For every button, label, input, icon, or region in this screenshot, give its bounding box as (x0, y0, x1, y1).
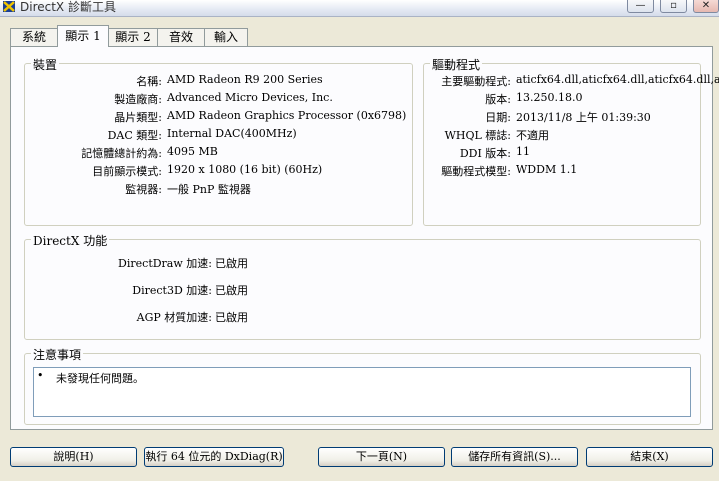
driver-model-label: 驅動程式模型: (441, 165, 511, 178)
help-button[interactable]: 說明(H) (10, 447, 137, 467)
title-bar: DirectX 診斷工具 — ▫ ✕ (0, 0, 719, 17)
next-page-button[interactable]: 下一頁(N) (318, 447, 445, 467)
ddi-version-label: DDI 版本: (459, 147, 511, 160)
window-title: DirectX 診斷工具 (20, 0, 116, 14)
date-label: 日期: (485, 111, 511, 124)
chip-type-value: AMD Radeon Graphics Processor (0x6798) (167, 109, 407, 122)
direct3d-label: Direct3D 加速: (132, 284, 212, 297)
device-row: 監視器: 一般 PnP 監視器 (25, 181, 412, 197)
tab-sound[interactable]: 音效 (157, 28, 205, 46)
direct3d-value: 已啟用 (215, 284, 248, 297)
save-all-info-button[interactable]: 儲存所有資訊(S)... (451, 447, 578, 467)
notes-group-title: 注意事項 (31, 346, 84, 363)
directdraw-value: 已啟用 (215, 257, 248, 270)
device-row: 晶片類型: AMD Radeon Graphics Processor (0x6… (25, 109, 412, 125)
tab-system[interactable]: 系統 (10, 28, 58, 46)
run-64bit-dxdiag-button[interactable]: 執行 64 位元的 DxDiag(R) (144, 447, 284, 467)
chip-type-label: 晶片類型: (114, 111, 162, 124)
exit-button[interactable]: 結束(X) (586, 447, 713, 467)
device-group-title: 裝置 (31, 56, 60, 73)
bullet-icon: • (37, 369, 44, 382)
driver-row: 日期: 2013/11/8 上午 01:39:30 (424, 109, 700, 125)
manufacturer-label: 製造廠商: (114, 93, 162, 106)
dac-type-label: DAC 類型: (107, 129, 162, 142)
device-row: 名稱: AMD Radeon R9 200 Series (25, 73, 412, 89)
display-mode-value: 1920 x 1080 (16 bit) (60Hz) (167, 163, 323, 176)
tab-display-1[interactable]: 顯示 1 (57, 25, 109, 47)
main-driver-value: aticfx64.dll,aticfx64.dll,aticfx64.dll,a… (516, 73, 719, 86)
monitor-label: 監視器: (125, 183, 162, 196)
feature-row: DirectDraw 加速: 已啟用 (25, 255, 700, 271)
feature-row: AGP 材質加速: 已啟用 (25, 309, 700, 325)
tab-input[interactable]: 輸入 (204, 28, 248, 46)
notes-text-area[interactable]: • 未發現任何問題。 (33, 367, 691, 417)
close-window-button[interactable]: ✕ (693, 0, 719, 13)
tab-panel: 裝置 名稱: AMD Radeon R9 200 Series 製造廠商: Ad… (10, 46, 719, 430)
minimize-button[interactable]: — (627, 0, 654, 13)
memory-label: 記憶體總計約為: (81, 147, 162, 160)
directdraw-label: DirectDraw 加速: (118, 257, 212, 270)
memory-value: 4095 MB (167, 145, 218, 158)
agp-texture-label: AGP 材質加速: (136, 311, 212, 324)
date-value: 2013/11/8 上午 01:39:30 (516, 111, 651, 124)
display-mode-label: 目前顯示模式: (92, 165, 162, 178)
note-item: 未發現任何問題。 (56, 372, 144, 385)
feature-row: Direct3D 加速: 已啟用 (25, 282, 700, 298)
driver-model-value: WDDM 1.1 (516, 163, 578, 176)
monitor-value: 一般 PnP 監視器 (167, 183, 251, 196)
directx-features-group: DirectX 功能 DirectDraw 加速: 已啟用 Direct3D 加… (24, 232, 701, 340)
driver-row: DDI 版本: 11 (424, 145, 700, 161)
driver-row: 版本: 13.250.18.0 (424, 91, 700, 107)
maximize-button[interactable]: ▫ (660, 0, 687, 13)
ddi-version-value: 11 (516, 145, 530, 158)
agp-texture-value: 已啟用 (215, 311, 248, 324)
features-group-title: DirectX 功能 (31, 232, 110, 249)
dac-type-value: Internal DAC(400MHz) (167, 127, 297, 140)
device-row: 記憶體總計約為: 4095 MB (25, 145, 412, 161)
driver-row: WHQL 標誌: 不適用 (424, 127, 700, 143)
whql-label: WHQL 標誌: (444, 129, 511, 142)
manufacturer-value: Advanced Micro Devices, Inc. (167, 91, 333, 104)
device-group: 裝置 名稱: AMD Radeon R9 200 Series 製造廠商: Ad… (24, 56, 413, 226)
driver-group: 驅動程式 主要驅動程式: aticfx64.dll,aticfx64.dll,a… (423, 56, 719, 226)
device-row: DAC 類型: Internal DAC(400MHz) (25, 127, 412, 143)
device-row: 目前顯示模式: 1920 x 1080 (16 bit) (60Hz) (25, 163, 412, 179)
driver-row: 驅動程式模型: WDDM 1.1 (424, 163, 700, 179)
version-value: 13.250.18.0 (516, 91, 583, 104)
dxdiag-app-icon (3, 1, 15, 12)
notes-group: 注意事項 • 未發現任何問題。 (24, 346, 701, 425)
version-label: 版本: (485, 93, 511, 106)
main-driver-label: 主要驅動程式: (441, 75, 511, 88)
whql-value: 不適用 (516, 129, 549, 142)
device-name-label: 名稱: (136, 75, 162, 88)
driver-row: 主要驅動程式: aticfx64.dll,aticfx64.dll,aticfx… (424, 73, 719, 89)
tab-display-2[interactable]: 顯示 2 (108, 28, 158, 46)
driver-group-title: 驅動程式 (430, 56, 483, 73)
device-name-value: AMD Radeon R9 200 Series (167, 73, 323, 86)
device-row: 製造廠商: Advanced Micro Devices, Inc. (25, 91, 412, 107)
